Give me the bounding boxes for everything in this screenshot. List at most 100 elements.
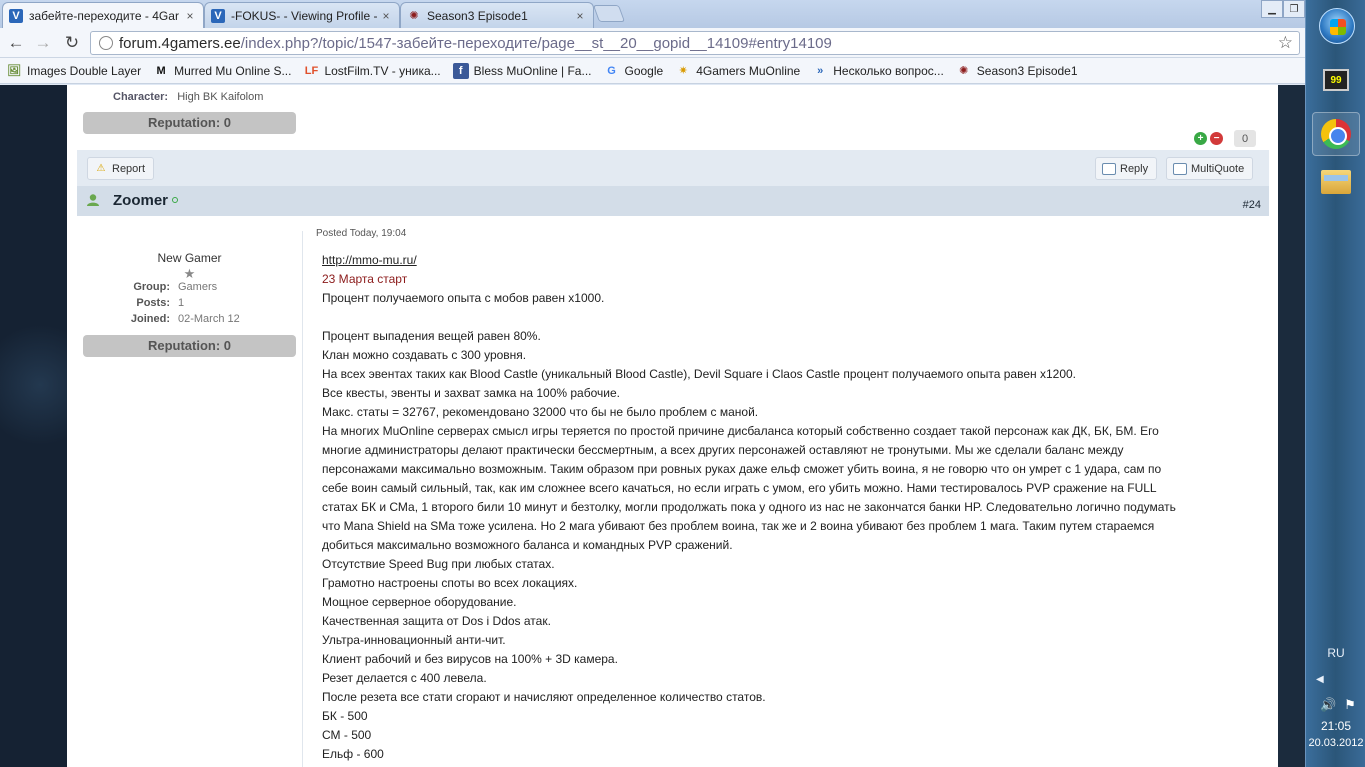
forward-arrow-icon[interactable]: → bbox=[32, 32, 54, 54]
4gamers-favicon-icon: V bbox=[9, 8, 23, 23]
new-tab-button[interactable] bbox=[592, 5, 626, 22]
post-line: Резет делается с 400 левела. bbox=[322, 671, 487, 685]
clock-date[interactable]: 20.03.2012 bbox=[1306, 737, 1365, 749]
image-icon: 🖼 bbox=[7, 65, 21, 77]
post-number-link[interactable]: #24 bbox=[1243, 199, 1261, 211]
tab-viewing-profile[interactable]: V -FOKUS- - Viewing Profile - × bbox=[204, 2, 400, 28]
taskbar-explorer[interactable] bbox=[1312, 160, 1360, 204]
author-posts-row: Posts: 1 bbox=[83, 297, 296, 313]
author-group-row: Group: Gamers bbox=[83, 281, 296, 297]
tab-season3[interactable]: ✺ Season3 Episode1 × bbox=[400, 2, 594, 28]
minimize-button[interactable]: ▁ bbox=[1261, 0, 1283, 18]
tray-expand-icon[interactable]: ◀ bbox=[1316, 674, 1324, 685]
tab-close-icon[interactable]: × bbox=[379, 9, 393, 23]
post-line: Клиент рабочий и без вирусов на 100% + 3… bbox=[322, 652, 618, 666]
post-line: Мощное серверное оборудование. bbox=[322, 595, 517, 609]
bookmark-google[interactable]: G Google bbox=[603, 63, 663, 79]
reply-icon bbox=[1102, 162, 1116, 175]
bookmark-neskolko-voprosov[interactable]: » Несколько вопрос... bbox=[812, 63, 944, 79]
post-lines: Процент получаемого опыта с мобов равен … bbox=[322, 289, 1262, 764]
warning-icon: ⚠ bbox=[96, 163, 106, 174]
forum-icon: » bbox=[817, 64, 824, 77]
multiquote-button[interactable]: MultiQuote bbox=[1166, 157, 1254, 180]
post-line: что Mana Shield на SMa тоже усилена. Но … bbox=[322, 519, 1155, 533]
tab-close-icon[interactable]: × bbox=[183, 9, 197, 23]
browser-window: V забейте-переходите - 4Gar × V -FOKUS- … bbox=[0, 0, 1305, 767]
post-link[interactable]: http://mmo-mu.ru/ bbox=[322, 253, 417, 267]
start-date-line: 23 Марта старт bbox=[322, 272, 408, 286]
globe-icon bbox=[99, 36, 113, 50]
post-line: СМ - 500 bbox=[322, 728, 372, 742]
post-line: Процент выпадения вещей равен 80%. bbox=[322, 329, 541, 343]
post-line: Макс. статы = 32767, рекомендовано 32000… bbox=[322, 405, 759, 419]
tab-title: забейте-переходите - 4Gar bbox=[29, 8, 179, 23]
back-arrow-icon[interactable]: ← bbox=[5, 32, 27, 54]
report-button[interactable]: ⚠ Report bbox=[87, 157, 155, 180]
post-line: добиться максимально возможного баланса … bbox=[322, 538, 733, 552]
bookmark-4gamers-muonline[interactable]: ✷ 4Gamers MuOnline bbox=[675, 63, 801, 79]
reply-button[interactable]: Reply bbox=[1095, 157, 1158, 180]
windows-taskbar: 99 RU ◀ 🔊 ⚑ 21:05 20.03.2012 bbox=[1305, 0, 1365, 767]
bookmark-murred-mu[interactable]: M Murred Mu Online S... bbox=[153, 63, 291, 79]
author-info-panel: New Gamer ★ Group: Gamers Posts: 1 Joine… bbox=[83, 251, 296, 329]
group-value: Gamers bbox=[178, 281, 218, 293]
taskbar-chrome[interactable] bbox=[1312, 112, 1360, 156]
bookmark-images-double-layer[interactable]: 🖼 Images Double Layer bbox=[6, 63, 141, 79]
mu-favicon-icon: ✺ bbox=[959, 65, 969, 77]
vote-up-icon[interactable]: + bbox=[1194, 132, 1207, 145]
group-label: Group: bbox=[133, 281, 170, 293]
author-joined-row: Joined: 02-March 12 bbox=[83, 313, 296, 329]
address-bar[interactable]: forum.4gamers.ee/index.php?/topic/1547-з… bbox=[90, 31, 1300, 55]
bookmark-label: Bless MuOnline | Fa... bbox=[473, 63, 592, 78]
tab-title: -FOKUS- - Viewing Profile - bbox=[231, 8, 378, 23]
taskbar-aimp[interactable]: 99 bbox=[1312, 58, 1360, 102]
bookmark-season3[interactable]: ✺ Season3 Episode1 bbox=[956, 63, 1078, 79]
language-indicator[interactable]: RU bbox=[1306, 646, 1365, 660]
joined-label: Joined: bbox=[130, 313, 170, 325]
vote-count: 0 bbox=[1234, 130, 1256, 147]
bookmark-bless-muonline[interactable]: f Bless MuOnline | Fa... bbox=[452, 62, 592, 79]
post-line: Все квесты, эвенты и захват замка на 100… bbox=[322, 386, 620, 400]
post-line: многие администраторы делают практически… bbox=[322, 443, 1124, 457]
url-path: /index.php?/topic/1547-забейте-переходит… bbox=[240, 34, 832, 52]
folder-icon bbox=[1321, 170, 1351, 194]
page-viewport: Character: High BK Kaifolom Reputation: … bbox=[0, 85, 1305, 767]
restore-button[interactable]: ❐ bbox=[1283, 0, 1305, 18]
post-line: После резета все стати сгорают и начисля… bbox=[322, 690, 766, 704]
start-button[interactable] bbox=[1319, 8, 1355, 44]
vote-controls: + − 0 bbox=[1194, 130, 1256, 147]
bookmark-label: Google bbox=[624, 63, 664, 78]
lostfilm-icon: LF bbox=[304, 64, 319, 77]
post-line: Ельф - 600 bbox=[322, 747, 384, 761]
action-center-flag-icon[interactable]: ⚑ bbox=[1344, 697, 1356, 713]
bookmark-star-icon[interactable]: ☆ bbox=[1278, 33, 1293, 53]
tab-close-icon[interactable]: × bbox=[573, 9, 587, 23]
post-author-link[interactable]: Zoomer bbox=[113, 192, 168, 209]
bookmark-lostfilm[interactable]: LF LostFilm.TV - уника... bbox=[303, 63, 441, 79]
post-line: На многих MuOnline серверах смысл игры т… bbox=[322, 424, 1159, 438]
user-icon bbox=[87, 194, 99, 206]
volume-icon[interactable]: 🔊 bbox=[1320, 697, 1336, 713]
post-line: Процент получаемого опыта с мобов равен … bbox=[322, 291, 605, 305]
clock-time[interactable]: 21:05 bbox=[1306, 719, 1365, 733]
post-body: http://mmo-mu.ru/ 23 Марта старт Процент… bbox=[322, 251, 1262, 764]
browser-toolbar: ← → ↻ forum.4gamers.ee/index.php?/topic/… bbox=[0, 28, 1305, 58]
4gamers-icon: ✷ bbox=[678, 65, 688, 77]
post-line: Грамотно настроены споты во всех локация… bbox=[322, 576, 578, 590]
post-line: БК - 500 bbox=[322, 709, 368, 723]
posts-label: Posts: bbox=[136, 297, 170, 309]
bookmark-label: Season3 Episode1 bbox=[976, 63, 1078, 78]
rank-star-icon: ★ bbox=[183, 266, 196, 281]
mu-favicon-icon: ✺ bbox=[409, 10, 419, 22]
bookmark-label: Images Double Layer bbox=[27, 63, 142, 78]
post-divider bbox=[302, 231, 303, 767]
reload-icon[interactable]: ↻ bbox=[61, 32, 83, 54]
bookmark-label: Murred Mu Online S... bbox=[174, 63, 292, 78]
posts-value: 1 bbox=[178, 297, 185, 309]
online-status-icon bbox=[172, 197, 178, 203]
tab-forum-topic[interactable]: V забейте-переходите - 4Gar × bbox=[2, 2, 204, 28]
vote-down-icon[interactable]: − bbox=[1210, 132, 1223, 145]
bookmarks-bar: 🖼 Images Double Layer M Murred Mu Online… bbox=[0, 58, 1305, 84]
multiquote-label: MultiQuote bbox=[1191, 162, 1245, 175]
